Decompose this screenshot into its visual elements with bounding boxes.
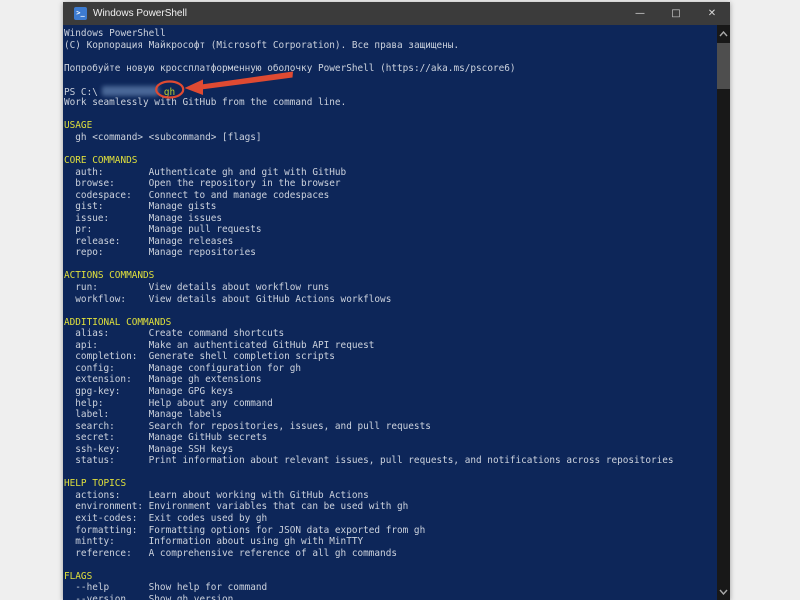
section-header: HELP TOPICS	[64, 478, 730, 490]
command-entry: config:Manage configuration for gh	[64, 363, 730, 375]
desktop: >_ Windows PowerShell — □ ✕ Windows Powe…	[0, 0, 800, 600]
section-header: CORE COMMANDS	[64, 155, 730, 167]
command-entry: secret:Manage GitHub secrets	[64, 432, 730, 444]
command-entry: issue:Manage issues	[64, 213, 730, 225]
command-entry: auth:Authenticate gh and git with GitHub	[64, 167, 730, 179]
command-entry: environment:Environment variables that c…	[64, 501, 730, 513]
titlebar[interactable]: >_ Windows PowerShell — □ ✕	[63, 2, 730, 25]
command-entry: mintty:Information about using gh with M…	[64, 536, 730, 548]
blank-line	[64, 305, 730, 317]
command-entry: formatting:Formatting options for JSON d…	[64, 525, 730, 537]
section-header: FLAGS	[64, 571, 730, 583]
blank-line	[64, 143, 730, 155]
gh-tagline: Work seamlessly with GitHub from the com…	[64, 97, 730, 109]
command-entry: gpg-key:Manage GPG keys	[64, 386, 730, 398]
minimize-button[interactable]: —	[622, 2, 658, 25]
command-entry: browse:Open the repository in the browse…	[64, 178, 730, 190]
command-entry: pr:Manage pull requests	[64, 224, 730, 236]
command-entry: --versionShow gh version	[64, 594, 730, 600]
banner-line: Windows PowerShell	[64, 28, 730, 40]
command-entry: api:Make an authenticated GitHub API req…	[64, 340, 730, 352]
scrollbar-thumb[interactable]	[717, 43, 730, 89]
blank-line	[64, 259, 730, 271]
banner-line: (C) Корпорация Майкрософт (Microsoft Cor…	[64, 40, 730, 52]
command-entry: label:Manage labels	[64, 409, 730, 421]
banner-line: Попробуйте новую кроссплатформенную обол…	[64, 63, 730, 75]
command-entry: --helpShow help for command	[64, 582, 730, 594]
section-header: ADDITIONAL COMMANDS	[64, 317, 730, 329]
window-controls: — □ ✕	[622, 2, 730, 25]
powershell-window: >_ Windows PowerShell — □ ✕ Windows Powe…	[63, 2, 730, 600]
command-entry: run:View details about workflow runs	[64, 282, 730, 294]
typed-command: gh	[164, 87, 175, 98]
blank-line	[64, 467, 730, 479]
section-header: ACTIONS COMMANDS	[64, 270, 730, 282]
command-entry: actions:Learn about working with GitHub …	[64, 490, 730, 502]
command-entry: repo:Manage repositories	[64, 247, 730, 259]
usage-syntax: gh <command> <subcommand> [flags]	[64, 132, 730, 144]
command-entry: help:Help about any command	[64, 398, 730, 410]
blank-line	[64, 51, 730, 63]
command-entry: alias:Create command shortcuts	[64, 328, 730, 340]
command-entry: workflow:View details about GitHub Actio…	[64, 294, 730, 306]
command-entry: reference:A comprehensive reference of a…	[64, 548, 730, 560]
command-entry: codespace:Connect to and manage codespac…	[64, 190, 730, 202]
scroll-up-icon[interactable]	[717, 27, 730, 41]
command-entry: completion:Generate shell completion scr…	[64, 351, 730, 363]
command-entry: status:Print information about relevant …	[64, 455, 730, 467]
command-entry: extension:Manage gh extensions	[64, 374, 730, 386]
powershell-icon: >_	[74, 7, 87, 20]
close-button[interactable]: ✕	[694, 2, 730, 25]
scroll-down-icon[interactable]	[717, 585, 730, 599]
scrollbar[interactable]	[717, 25, 730, 600]
terminal-text: Windows PowerShell(C) Корпорация Майкрос…	[64, 28, 730, 600]
window-title: Windows PowerShell	[93, 8, 187, 19]
prompt-line: PS C:\gh	[64, 86, 730, 98]
blank-line	[64, 109, 730, 121]
blank-line	[64, 559, 730, 571]
command-entry: exit-codes:Exit codes used by gh	[64, 513, 730, 525]
command-entry: gist:Manage gists	[64, 201, 730, 213]
blank-line	[64, 74, 730, 86]
console-output[interactable]: Windows PowerShell(C) Корпорация Майкрос…	[63, 25, 730, 600]
redacted-path	[102, 86, 159, 96]
section-header: USAGE	[64, 120, 730, 132]
command-entry: search:Search for repositories, issues, …	[64, 421, 730, 433]
command-entry: release:Manage releases	[64, 236, 730, 248]
command-entry: ssh-key:Manage SSH keys	[64, 444, 730, 456]
maximize-button[interactable]: □	[658, 2, 694, 25]
